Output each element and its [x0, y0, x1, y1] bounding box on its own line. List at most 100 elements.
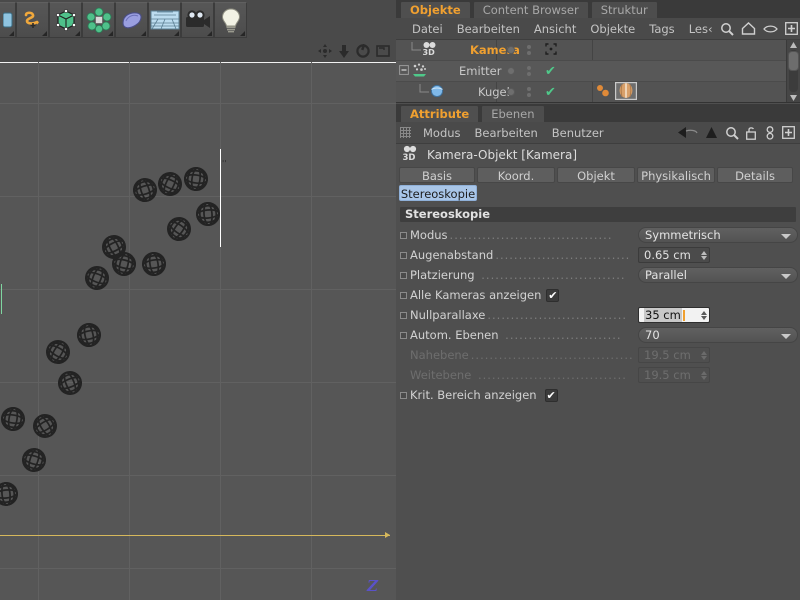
param-field-autom-ebenen[interactable]: 70 [638, 327, 800, 343]
checkbox-krit-bereich-anzeigen[interactable]: ✔ [544, 388, 558, 402]
viewport[interactable]: '' Z [0, 40, 396, 600]
ptab-stereoskopie[interactable]: Stereoskopie [399, 185, 477, 201]
material-tag-icon[interactable] [615, 81, 637, 103]
object-manager-list[interactable]: 3D Kamera Emitter ✔ Kugel ✔ [396, 40, 800, 103]
expand-collapse-icon[interactable] [399, 64, 409, 78]
link-icon[interactable] [765, 125, 775, 140]
menu-ansicht[interactable]: Ansicht [527, 22, 583, 36]
search-icon[interactable] [720, 22, 734, 36]
param-bullet[interactable] [400, 251, 407, 259]
tool-undo[interactable] [16, 2, 49, 38]
ptab-physikalisch[interactable]: Physikalisch [637, 167, 715, 183]
param-field-modus[interactable]: Symmetrisch [638, 227, 800, 243]
parameter-tabs-row2: Stereoskopie [396, 183, 800, 201]
param-row-weitebene: Weitebene ..............................… [396, 365, 800, 385]
tool-camera[interactable] [181, 2, 214, 38]
tab-ebenen[interactable]: Ebenen [481, 105, 545, 122]
tool-floor-plane[interactable] [148, 2, 181, 38]
menu-modus[interactable]: Modus [416, 126, 468, 140]
stepper-arrows[interactable] [697, 310, 707, 320]
editor-render-dots[interactable] [527, 87, 531, 97]
sphere-object-icon [430, 84, 444, 101]
rotate-icon[interactable] [356, 44, 370, 58]
scale-icon[interactable] [338, 44, 350, 58]
scroll-track[interactable] [788, 50, 799, 92]
viewport-grid[interactable]: '' Z [0, 62, 396, 600]
scroll-up-button[interactable] [788, 40, 799, 49]
number-augenabstand[interactable]: 0.65 cm [638, 247, 710, 263]
object-row-emitter[interactable]: Emitter ✔ [396, 61, 800, 82]
plus-box-icon[interactable] [782, 126, 795, 139]
ptab-basis[interactable]: Basis [399, 167, 475, 183]
combo-modus[interactable]: Symmetrisch [638, 227, 798, 243]
move-icon[interactable] [318, 44, 332, 58]
number-augenabstand-value: 0.65 cm [644, 248, 691, 262]
lock-open-icon[interactable] [746, 126, 758, 140]
chevron-down-icon [781, 274, 791, 279]
param-label-modus: Modus [410, 228, 448, 242]
plus-box-icon[interactable] [784, 22, 798, 35]
tool-corner-marker [207, 31, 212, 36]
number-nullparallaxe[interactable]: 35 cm [638, 307, 710, 323]
editor-render-dots[interactable] [527, 45, 531, 55]
menu-lesezeichen[interactable]: Les‹ [682, 22, 720, 36]
object-tags[interactable] [596, 81, 637, 103]
param-field-augenabstand[interactable]: 0.65 cm [638, 247, 800, 263]
ptab-objekt[interactable]: Objekt [557, 167, 635, 183]
param-bullet[interactable] [400, 271, 407, 279]
tab-struktur[interactable]: Struktur [590, 1, 658, 18]
visibility-dot[interactable] [507, 46, 515, 54]
param-field-platzierung[interactable]: Parallel [638, 267, 800, 283]
grip-icon[interactable] [400, 127, 411, 138]
visibility-dot[interactable] [507, 88, 515, 96]
tool-light[interactable] [214, 2, 247, 38]
menu-benutzer[interactable]: Benutzer [545, 126, 611, 140]
menu-bearbeiten[interactable]: Bearbeiten [450, 22, 527, 36]
tab-objekte[interactable]: Objekte [400, 1, 471, 18]
tool-primitive-cube[interactable] [49, 2, 82, 38]
combo-platzierung[interactable]: Parallel [638, 267, 798, 283]
param-bullet[interactable] [400, 331, 407, 339]
tool-spline[interactable] [115, 2, 148, 38]
menu-datei[interactable]: Datei [405, 22, 450, 36]
particle-tag-icon[interactable] [596, 83, 613, 102]
ptab-koord[interactable]: Koord. [477, 167, 555, 183]
scroll-thumb[interactable] [788, 51, 799, 71]
object-visibility-dots[interactable]: ✔ [501, 61, 591, 81]
up-arrow-icon[interactable] [705, 126, 718, 139]
editor-render-dots[interactable] [527, 66, 531, 76]
menu-objekte[interactable]: Objekte [583, 22, 642, 36]
combo-autom-ebenen[interactable]: 70 [638, 327, 798, 343]
checkbox-alle-kameras-anzeigen[interactable]: ✔ [546, 288, 560, 302]
back-arrow-icon[interactable] [678, 126, 698, 139]
home-icon[interactable] [741, 22, 756, 35]
tool-cluster[interactable] [82, 2, 115, 38]
object-visibility-dots[interactable] [501, 40, 591, 60]
scroll-down-button[interactable] [788, 93, 799, 102]
ptab-details[interactable]: Details [717, 167, 793, 183]
param-row-alle-kameras-anzeigen: Alle Kameras anzeigen ✔ [396, 285, 800, 305]
param-bullet[interactable] [400, 311, 407, 319]
eye-icon[interactable] [762, 24, 778, 34]
object-row-kugel[interactable]: Kugel ✔ [396, 81, 800, 103]
param-bullet[interactable] [400, 291, 407, 299]
tab-content-browser[interactable]: Content Browser [472, 1, 589, 18]
object-visibility-dots[interactable]: ✔ [501, 82, 591, 102]
search-icon[interactable] [725, 126, 739, 140]
object-row-kamera[interactable]: 3D Kamera [396, 40, 800, 61]
object-manager-scrollbar[interactable] [786, 40, 800, 102]
text-cursor [682, 309, 685, 321]
menu-tags[interactable]: Tags [642, 22, 681, 36]
menu-bearbeiten[interactable]: Bearbeiten [468, 126, 545, 140]
enabled-check-icon[interactable]: ✔ [545, 65, 556, 78]
enabled-check-icon[interactable]: ✔ [545, 86, 556, 99]
param-bullet[interactable] [400, 231, 407, 239]
stepper-arrows[interactable] [697, 250, 707, 260]
maximize-icon[interactable] [376, 44, 390, 58]
tool-partial-left[interactable] [0, 2, 16, 38]
param-bullet[interactable] [400, 391, 407, 399]
tab-attribute[interactable]: Attribute [400, 105, 480, 122]
selection-box-icon[interactable] [545, 42, 557, 58]
param-field-nullparallaxe[interactable]: 35 cm [638, 307, 800, 323]
visibility-dot[interactable] [507, 67, 515, 75]
